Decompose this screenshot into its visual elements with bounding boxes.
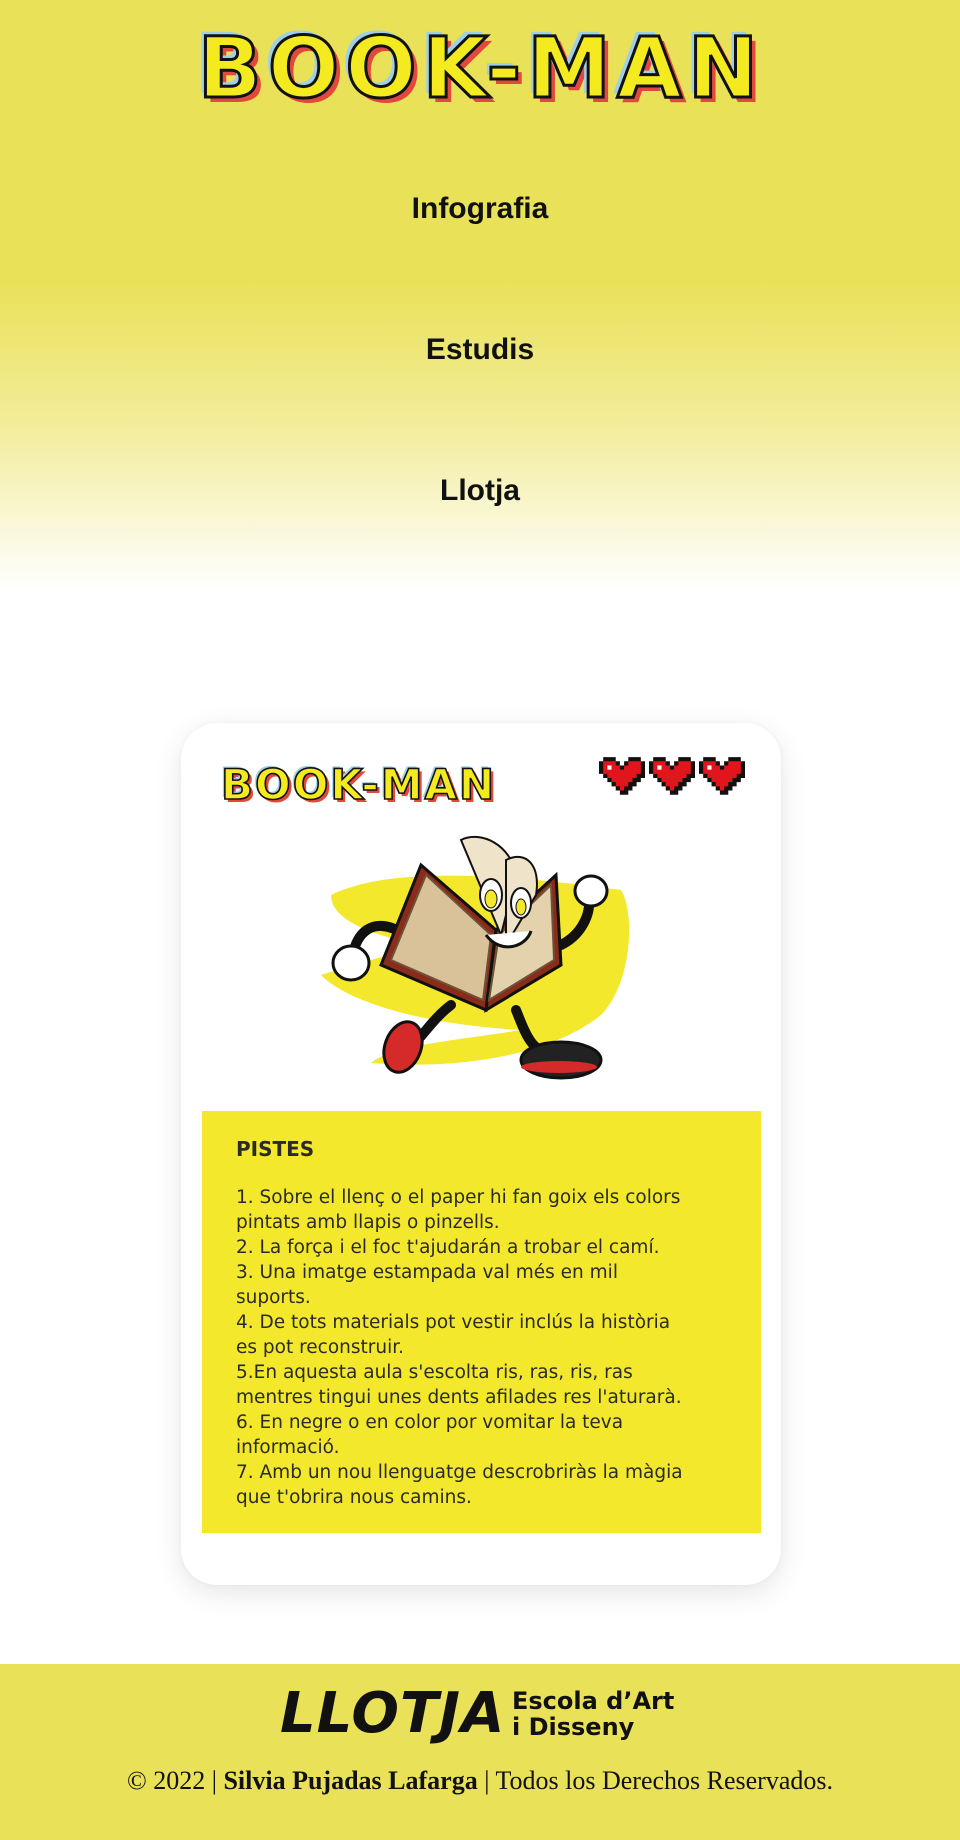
nav-link-llotja[interactable]: Llotja: [440, 474, 520, 507]
llotja-logo-subtitle: Escola d’Art i Disseny: [512, 1688, 674, 1740]
pistes-line: suports.: [236, 1287, 311, 1308]
copyright-author: Silvia Pujadas Lafarga: [223, 1766, 478, 1795]
pistes-line: es pot reconstruir.: [236, 1337, 405, 1358]
llotja-logo-line1: Escola d’Art: [512, 1687, 675, 1715]
heart-icon: [599, 757, 645, 795]
nav-item-infografia[interactable]: Infografia: [0, 192, 960, 226]
copyright-suffix: | Todos los Derechos Reservados.: [484, 1766, 833, 1795]
pistes-line: informació.: [236, 1437, 340, 1458]
pistes-line: mentres tingui unes dents afilades res l…: [236, 1387, 682, 1408]
site-logo[interactable]: BOOK-MAN: [150, 18, 812, 119]
heart-icon: [649, 757, 695, 795]
copyright-text: © 2022 | Silvia Pujadas Lafarga | Todos …: [0, 1766, 960, 1796]
header-section: BOOK-MAN Infografia Estudis Llotja: [0, 0, 960, 600]
lives-hearts: [599, 757, 749, 801]
site-footer: LLOTJA Escola d’Art i Disseny © 2022 | S…: [0, 1664, 960, 1840]
pistes-line: pintats amb llapis o pinzells.: [236, 1212, 500, 1233]
book-mascot-illustration: [321, 835, 630, 1080]
pistes-line: 4. De tots materials pot vestir inclús l…: [236, 1312, 671, 1333]
pistes-line: 1. Sobre el llenç o el paper hi fan goix…: [236, 1187, 681, 1208]
card-logo-text: BOOK-MAN: [220, 759, 497, 810]
pistes-title: PISTES: [236, 1137, 315, 1161]
copyright-prefix: © 2022 |: [126, 1766, 217, 1795]
pistes-line: que t'obrira nous camins.: [236, 1487, 472, 1508]
llotja-logo-word: LLOTJA: [280, 1681, 506, 1746]
llotja-logo[interactable]: LLOTJA Escola d’Art i Disseny: [280, 1682, 680, 1746]
nav-item-estudis[interactable]: Estudis: [0, 333, 960, 367]
heart-icon: [699, 757, 745, 795]
nav-link-estudis[interactable]: Estudis: [426, 333, 534, 366]
pistes-line: 5.En aquesta aula s'escolta ris, ras, ri…: [236, 1362, 633, 1383]
pistes-line: 3. Una imatge estampada val més en mil: [236, 1262, 618, 1283]
card-logo: BOOK-MAN: [220, 759, 521, 811]
llotja-logo-line2: i Disseny: [512, 1713, 635, 1741]
nav-item-llotja[interactable]: Llotja: [0, 474, 960, 508]
pistes-panel: PISTES 1. Sobre el llenç o el paper hi f…: [202, 1111, 761, 1533]
pistes-line: 7. Amb un nou llenguatge descrobriràs la…: [236, 1462, 683, 1483]
pistes-line: 2. La força i el foc t'ajudarán a trobar…: [236, 1237, 660, 1258]
pistes-line: 6. En negre o en color por vomitar la te…: [236, 1412, 624, 1433]
nav-link-infografia[interactable]: Infografia: [412, 192, 549, 225]
site-logo-text: BOOK-MAN: [196, 18, 765, 119]
bookman-card: BOOK-MAN PISTES 1. Sobre el llenç o el p…: [181, 723, 781, 1585]
